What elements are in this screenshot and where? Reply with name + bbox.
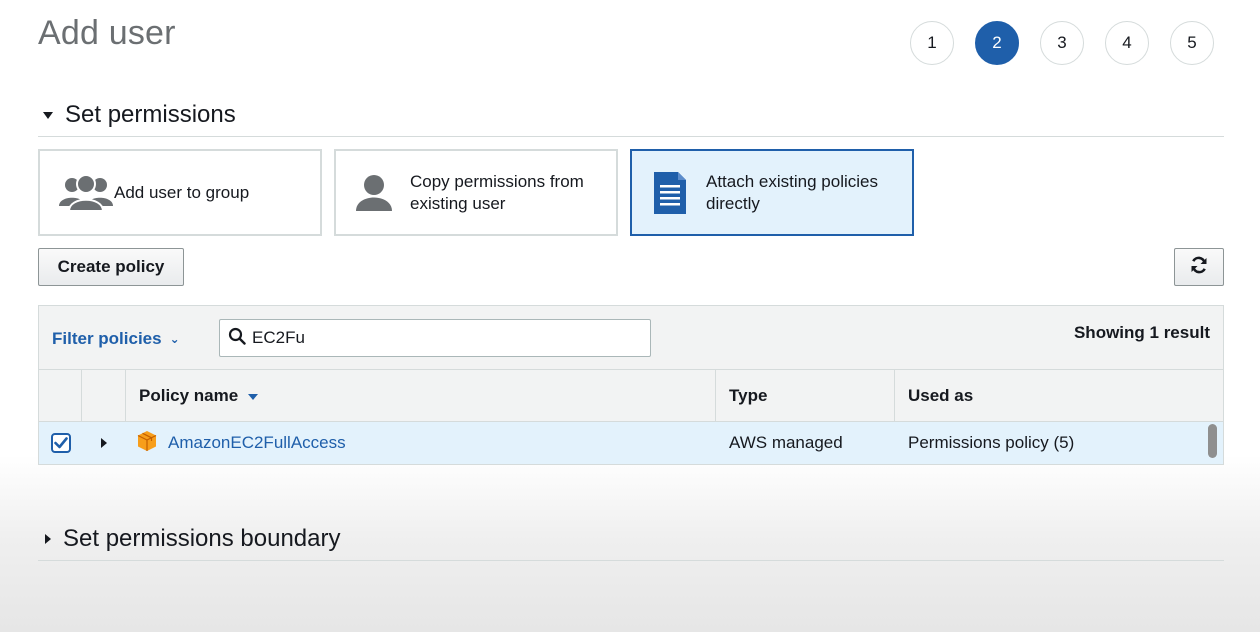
page-title: Add user	[38, 14, 176, 52]
option-add-user-to-group[interactable]: Add user to group	[38, 149, 322, 236]
refresh-icon	[1189, 255, 1209, 280]
column-policy-name[interactable]: Policy name	[126, 370, 716, 421]
column-label: Used as	[908, 385, 974, 405]
result-count: Showing 1 result	[1073, 323, 1210, 342]
step-1[interactable]: 1	[910, 21, 954, 65]
set-permissions-boundary-title: Set permissions boundary	[63, 525, 341, 552]
column-used-as[interactable]: Used as	[895, 370, 1223, 421]
wizard-steps: 1 2 3 4 5	[910, 21, 1214, 65]
option-attach-policies[interactable]: Attach existing policies directly	[630, 149, 914, 236]
checkmark-icon	[53, 437, 68, 449]
step-3[interactable]: 3	[1040, 21, 1084, 65]
scrollbar-thumb[interactable]	[1208, 424, 1217, 458]
option-label: Copy permissions from existing user	[410, 171, 584, 213]
column-label: Type	[729, 385, 768, 405]
row-checkbox[interactable]	[50, 433, 71, 453]
option-copy-permissions[interactable]: Copy permissions from existing user	[334, 149, 618, 236]
search-icon	[228, 327, 246, 350]
aws-policy-icon	[136, 430, 158, 457]
set-permissions-header[interactable]: Set permissions	[38, 100, 1224, 137]
table-header: Policy name Type Used as	[39, 370, 1223, 422]
policy-name-link[interactable]: AmazonEC2FullAccess	[168, 433, 346, 453]
caret-down-icon	[43, 111, 53, 119]
create-policy-button[interactable]: Create policy	[38, 248, 184, 286]
step-4[interactable]: 4	[1105, 21, 1149, 65]
option-label: Add user to group	[114, 182, 250, 202]
option-label: Attach existing policies directly	[706, 171, 878, 213]
policy-search-box[interactable]	[219, 319, 651, 357]
sort-down-icon	[248, 393, 259, 400]
user-icon	[354, 173, 394, 213]
user-group-icon	[58, 173, 114, 213]
column-label: Policy name	[139, 385, 239, 405]
row-expand-cell[interactable]	[82, 422, 126, 464]
policy-type-cell: AWS managed	[729, 433, 843, 452]
filter-policies-dropdown[interactable]: Filter policies ⌄	[52, 329, 180, 349]
column-type[interactable]: Type	[716, 370, 895, 421]
chevron-down-icon: ⌄	[169, 332, 180, 346]
step-5[interactable]: 5	[1170, 21, 1214, 65]
header-select-cell	[39, 370, 82, 421]
document-icon	[650, 170, 690, 216]
filter-bar: Filter policies ⌄ Showing 1 result	[39, 306, 1223, 370]
policy-name-cell: AmazonEC2FullAccess	[126, 422, 716, 464]
policy-used-as-cell: Permissions policy (5)	[908, 433, 1075, 452]
refresh-button[interactable]	[1174, 248, 1224, 286]
row-select-cell	[39, 422, 82, 464]
search-input[interactable]	[252, 328, 632, 348]
set-permissions-boundary-header[interactable]: Set permissions boundary	[38, 524, 1224, 561]
step-2[interactable]: 2	[975, 21, 1019, 65]
policy-table: Filter policies ⌄ Showing 1 result Polic…	[38, 305, 1224, 465]
set-permissions-title: Set permissions	[65, 101, 236, 128]
caret-right-icon	[45, 534, 51, 544]
header-expand-cell	[82, 370, 126, 421]
table-row[interactable]: AmazonEC2FullAccess AWS managed Permissi…	[39, 422, 1223, 464]
expand-row-icon	[101, 438, 107, 448]
filter-policies-label: Filter policies	[52, 329, 162, 348]
